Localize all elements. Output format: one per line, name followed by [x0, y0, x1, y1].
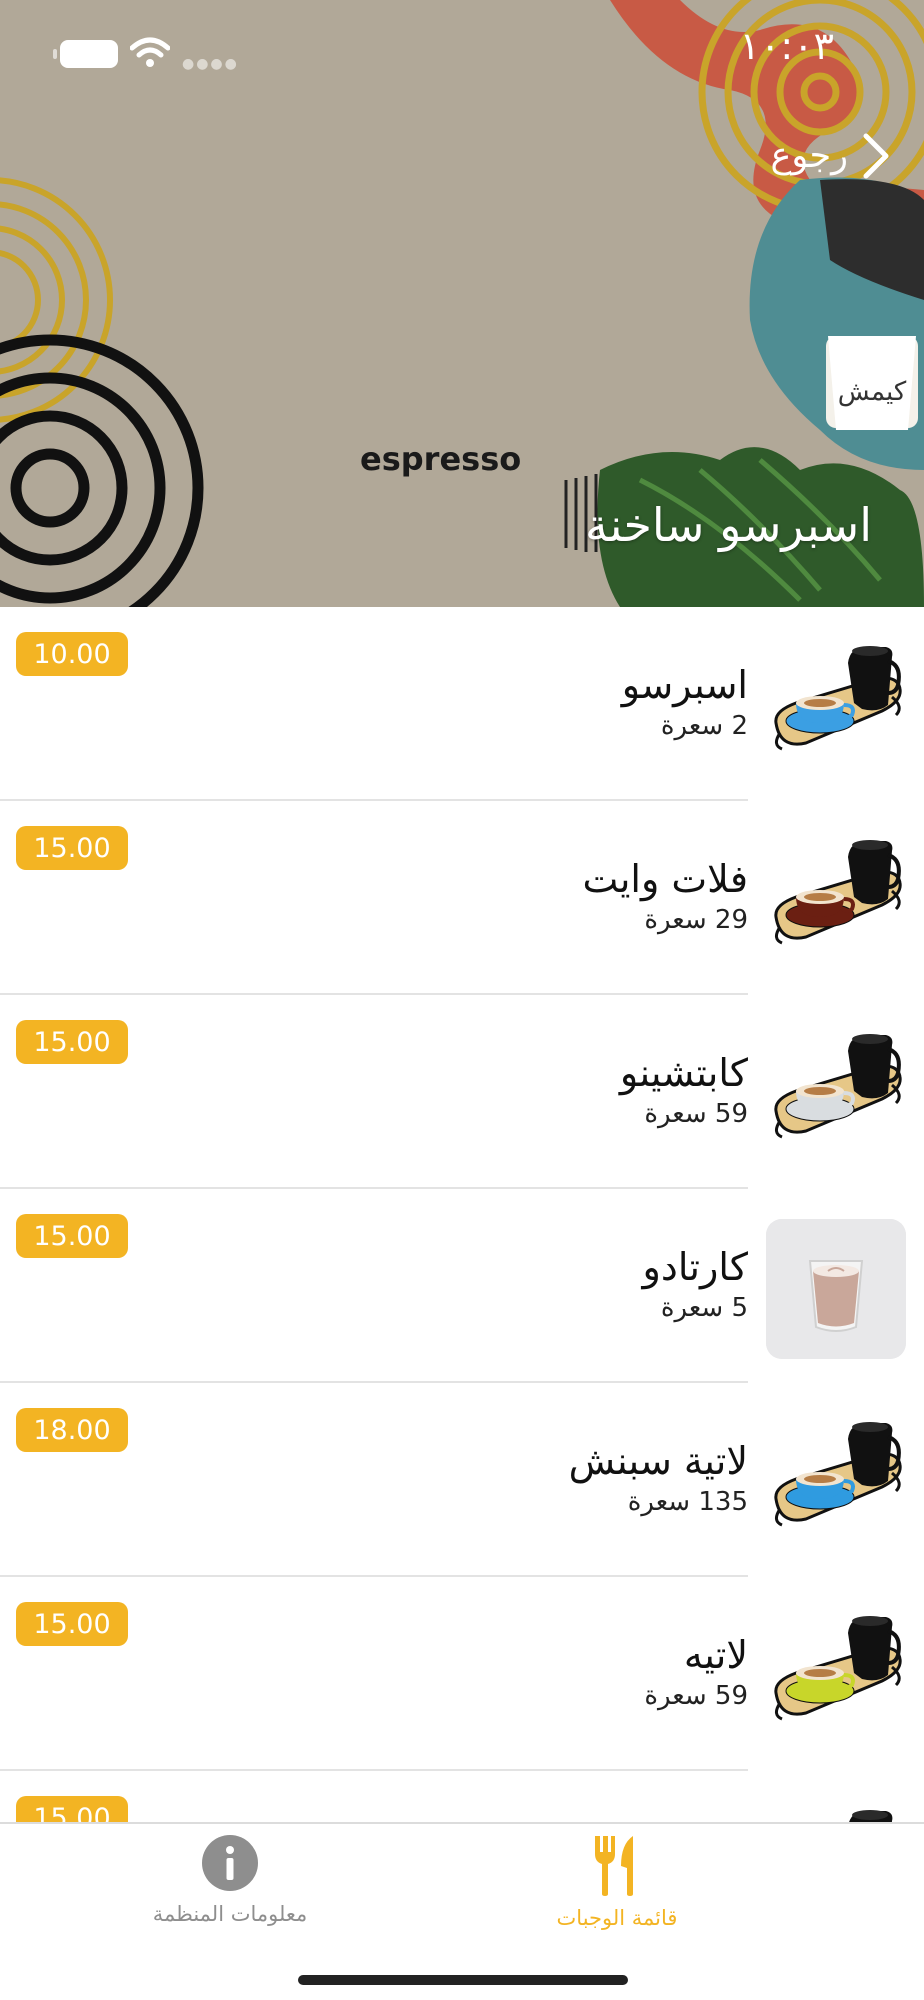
black-spiral [0, 334, 204, 607]
category-header: ﻛﻴﻤﺶ ●●●● ١٠:٠٣ رجوع espresso اسبرسو ساخ… [0, 0, 924, 607]
price-badge: 10.00 [16, 632, 128, 676]
item-thumbnail [766, 1025, 906, 1165]
item-calories: 5 سعرة [660, 1293, 748, 1323]
cortado-glass-photo [766, 1219, 906, 1359]
tab-bar: قائمة الوجبات معلومات المنظمة [0, 1822, 924, 2000]
coffee-tray-photo [774, 840, 902, 945]
item-calories: 59 سعرة [644, 1099, 748, 1129]
back-button[interactable]: رجوع [770, 126, 894, 186]
info-icon [202, 1835, 258, 1891]
back-label: رجوع [770, 136, 848, 176]
item-thumbnail [766, 1607, 906, 1747]
category-title: اسبرسو ساخنة [584, 498, 872, 552]
tab-menu[interactable]: قائمة الوجبات [467, 1834, 767, 1944]
status-bar: ●●●● ١٠:٠٣ [0, 0, 924, 100]
menu-item[interactable]: 15.00 [0, 1771, 924, 1822]
price-badge: 15.00 [16, 1602, 128, 1646]
item-name: اسبرسو [621, 663, 748, 707]
item-calories: 59 سعرة [644, 1681, 748, 1711]
tab-organization-info[interactable]: معلومات المنظمة [80, 1834, 380, 1944]
menu-item[interactable]: كارتادو 5 سعرة 15.00 [0, 1189, 924, 1383]
menu-item[interactable]: لاتيه 59 سعرة 15.00 [0, 1577, 924, 1771]
item-calories: 29 سعرة [644, 905, 748, 935]
wifi-icon [130, 37, 170, 67]
coffee-tray-photo [774, 646, 902, 751]
item-thumbnail [766, 1801, 906, 1822]
chevron-right-icon [863, 133, 889, 179]
menu-item[interactable]: لاتية سبنش 135 سعرة 18.00 [0, 1383, 924, 1577]
item-name: لاتية سبنش [568, 1439, 748, 1483]
item-calories: 2 سعرة [660, 711, 748, 741]
menu-list[interactable]: اسبرسو 2 سعرة 10.00 فلات وايت 29 سعرة 15… [0, 607, 924, 1822]
tab-info-label: معلومات المنظمة [152, 1902, 308, 1926]
coffee-tray-photo [774, 1422, 902, 1527]
home-indicator [298, 1975, 628, 1985]
price-badge: 18.00 [16, 1408, 128, 1452]
coffee-tray-photo [774, 1616, 902, 1721]
coffee-tray-photo [774, 1034, 902, 1139]
menu-item[interactable]: فلات وايت 29 سعرة 15.00 [0, 801, 924, 995]
item-name: كابتشينو [619, 1051, 748, 1095]
item-thumbnail [766, 1413, 906, 1553]
coffee-tray-photo [849, 1810, 893, 1822]
item-calories: 135 سعرة [627, 1487, 748, 1517]
fork-knife-icon [595, 1836, 633, 1896]
coffee-photo-blob: ﻛﻴﻤﺶ [749, 177, 924, 470]
battery-icon [53, 40, 118, 68]
price-badge: 15.00 [16, 826, 128, 870]
item-name: فلات وايت [582, 857, 749, 901]
price-badge: 15.00 [16, 1796, 128, 1822]
tab-menu-label: قائمة الوجبات [556, 1906, 678, 1930]
status-time: ١٠:٠٣ [739, 24, 834, 68]
price-badge: 15.00 [16, 1020, 128, 1064]
item-name: كارتادو [642, 1245, 748, 1289]
item-name: لاتيه [683, 1633, 748, 1677]
menu-item[interactable]: كابتشينو 59 سعرة 15.00 [0, 995, 924, 1189]
svg-text:ﻛﻴﻤﺶ: ﻛﻴﻤﺶ [838, 377, 907, 407]
brand-word: espresso [360, 440, 522, 478]
item-thumbnail [766, 1219, 906, 1359]
price-badge: 15.00 [16, 1214, 128, 1258]
item-thumbnail [766, 637, 906, 777]
item-thumbnail [766, 831, 906, 971]
signal-icon: ●●●● [182, 56, 239, 72]
menu-item[interactable]: اسبرسو 2 سعرة 10.00 [0, 607, 924, 801]
